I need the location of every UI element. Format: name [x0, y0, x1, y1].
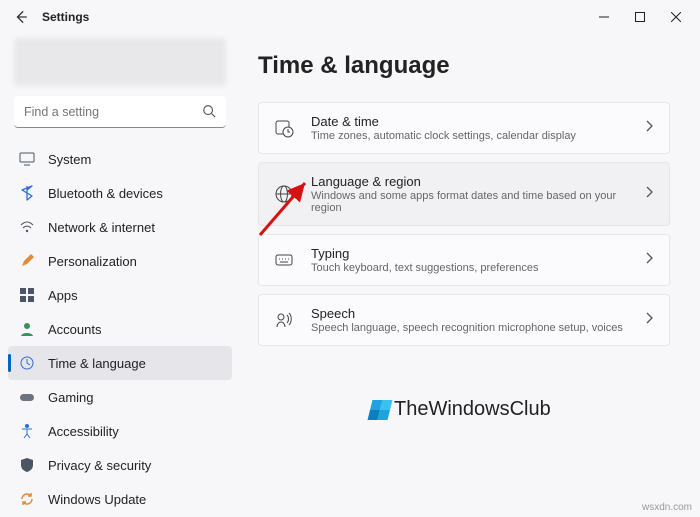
sidebar-item-bluetooth[interactable]: Bluetooth & devices — [8, 176, 232, 210]
title-bar: Settings — [0, 0, 700, 34]
card-desc: Touch keyboard, text suggestions, prefer… — [311, 262, 627, 274]
sidebar-item-system[interactable]: System — [8, 142, 232, 176]
accessibility-icon — [18, 422, 36, 440]
card-language-region[interactable]: Language & regionWindows and some apps f… — [258, 162, 670, 226]
card-title: Speech — [311, 306, 627, 321]
watermark: TheWindowsClub — [370, 398, 551, 421]
sidebar-item-network[interactable]: Network & internet — [8, 210, 232, 244]
card-date-time[interactable]: Date & timeTime zones, automatic clock s… — [258, 102, 670, 154]
sidebar-item-label: Network & internet — [48, 220, 155, 235]
page-title: Time & language — [258, 52, 670, 80]
app-title: Settings — [42, 10, 89, 24]
card-desc: Windows and some apps format dates and t… — [311, 190, 627, 214]
attribution-text: wsxdn.com — [642, 502, 692, 513]
sidebar-item-label: Personalization — [48, 254, 137, 269]
globe-clock-icon — [18, 354, 36, 372]
maximize-button[interactable] — [622, 2, 658, 32]
system-icon — [18, 150, 36, 168]
window-controls — [586, 2, 694, 32]
sidebar-item-gaming[interactable]: Gaming — [8, 380, 232, 414]
sidebar-item-label: Apps — [48, 288, 78, 303]
sidebar-item-label: Accounts — [48, 322, 101, 337]
windowsclub-logo-icon — [368, 400, 393, 420]
sidebar-item-label: Windows Update — [48, 492, 146, 507]
sidebar-item-label: Privacy & security — [48, 458, 151, 473]
card-typing[interactable]: TypingTouch keyboard, text suggestions, … — [258, 234, 670, 286]
sidebar-item-label: Bluetooth & devices — [48, 186, 163, 201]
sidebar-item-accounts[interactable]: Accounts — [8, 312, 232, 346]
search-input[interactable] — [14, 96, 226, 128]
chevron-right-icon — [643, 251, 655, 269]
card-title: Date & time — [311, 114, 627, 129]
keyboard-icon — [273, 249, 295, 271]
close-icon — [671, 12, 681, 22]
sidebar-item-time-language[interactable]: Time & language — [8, 346, 232, 380]
back-button[interactable] — [6, 2, 36, 32]
minimize-icon — [599, 12, 609, 22]
calendar-clock-icon — [273, 117, 295, 139]
sidebar-item-personalization[interactable]: Personalization — [8, 244, 232, 278]
sidebar-item-label: System — [48, 152, 91, 167]
bluetooth-icon — [18, 184, 36, 202]
sidebar-item-label: Accessibility — [48, 424, 119, 439]
card-speech[interactable]: SpeechSpeech language, speech recognitio… — [258, 294, 670, 346]
apps-icon — [18, 286, 36, 304]
wifi-icon — [18, 218, 36, 236]
card-title: Typing — [311, 246, 627, 261]
card-desc: Time zones, automatic clock settings, ca… — [311, 130, 627, 142]
shield-icon — [18, 456, 36, 474]
chevron-right-icon — [643, 119, 655, 137]
sidebar-item-label: Gaming — [48, 390, 94, 405]
card-desc: Speech language, speech recognition micr… — [311, 322, 627, 334]
search-icon — [202, 104, 216, 123]
search-field[interactable] — [14, 96, 226, 128]
sidebar-item-windows-update[interactable]: Windows Update — [8, 482, 232, 516]
chevron-right-icon — [643, 185, 655, 203]
close-button[interactable] — [658, 2, 694, 32]
chevron-right-icon — [643, 311, 655, 329]
profile-card[interactable] — [14, 38, 226, 86]
arrow-left-icon — [14, 10, 28, 24]
main-content: Time & language Date & timeTime zones, a… — [240, 34, 700, 517]
brush-icon — [18, 252, 36, 270]
sidebar-item-privacy[interactable]: Privacy & security — [8, 448, 232, 482]
speech-icon — [273, 309, 295, 331]
sidebar-item-label: Time & language — [48, 356, 146, 371]
sidebar-item-accessibility[interactable]: Accessibility — [8, 414, 232, 448]
person-icon — [18, 320, 36, 338]
card-title: Language & region — [311, 174, 627, 189]
update-icon — [18, 490, 36, 508]
gamepad-icon — [18, 388, 36, 406]
globe-icon — [273, 183, 295, 205]
watermark-text: TheWindowsClub — [394, 398, 551, 421]
minimize-button[interactable] — [586, 2, 622, 32]
sidebar: System Bluetooth & devices Network & int… — [0, 34, 240, 517]
maximize-icon — [635, 12, 645, 22]
sidebar-item-apps[interactable]: Apps — [8, 278, 232, 312]
